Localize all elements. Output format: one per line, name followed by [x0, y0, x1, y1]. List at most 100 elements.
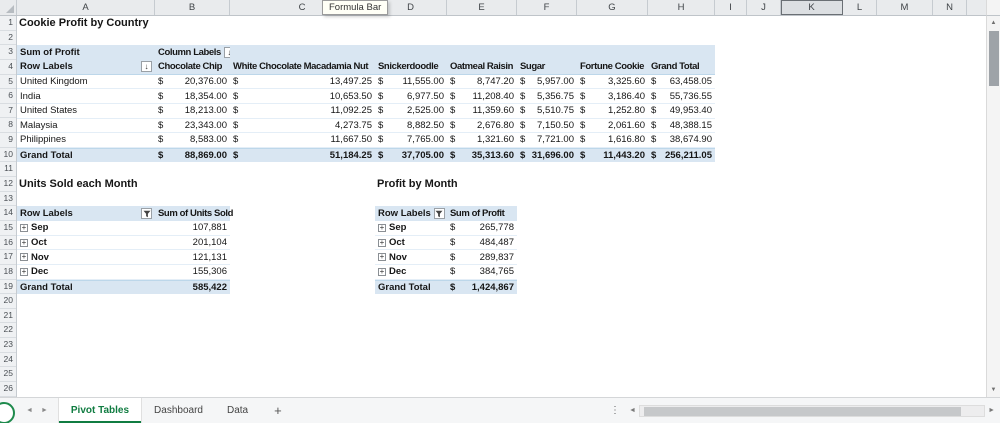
pivot-value-cell[interactable]: $3,325.60: [577, 75, 648, 90]
month-value-cell[interactable]: $265,778: [447, 221, 517, 236]
row-header-20[interactable]: 20: [0, 294, 16, 309]
month-label-cell[interactable]: + Sep: [375, 221, 447, 236]
expand-icon[interactable]: +: [378, 223, 386, 232]
tab-options-icon[interactable]: ⋮: [604, 405, 626, 416]
grand-total-label-cell[interactable]: Grand Total: [17, 147, 155, 163]
month-label-cell[interactable]: + Dec: [375, 265, 447, 280]
filter-icon[interactable]: [433, 208, 445, 220]
pivot-value-cell[interactable]: $5,356.75: [517, 89, 577, 104]
pivot-value-cell[interactable]: $2,676.80: [447, 119, 517, 134]
grand-total-value-cell[interactable]: 585,422: [155, 279, 230, 295]
expand-icon[interactable]: +: [378, 253, 386, 262]
expand-icon[interactable]: +: [20, 267, 28, 276]
month-value-cell[interactable]: 107,881: [155, 221, 230, 236]
row-header-6[interactable]: 6: [0, 89, 16, 104]
pivot-value-cell[interactable]: $2,525.00: [375, 104, 447, 119]
filter-icon[interactable]: [141, 208, 152, 220]
pivot-value-cell[interactable]: $7,765.00: [375, 133, 447, 148]
row-header-3[interactable]: 3: [0, 45, 16, 60]
vertical-scroll-thumb[interactable]: [988, 31, 999, 86]
column-header-l[interactable]: L: [843, 0, 877, 15]
row-header-21[interactable]: 21: [0, 309, 16, 324]
column-header-j[interactable]: J: [747, 0, 781, 15]
expand-icon[interactable]: +: [378, 238, 386, 247]
pivot-value-cell[interactable]: $8,882.50: [375, 119, 447, 134]
pivot-value-cell[interactable]: $4,273.75: [230, 119, 375, 134]
month-value-cell[interactable]: 201,104: [155, 236, 230, 251]
pivot-value-cell[interactable]: $63,458.05: [648, 75, 715, 90]
column-header-k[interactable]: K: [781, 0, 843, 15]
expand-icon[interactable]: +: [20, 223, 28, 232]
column-header-m[interactable]: M: [877, 0, 933, 15]
grand-total-value-cell[interactable]: $88,869.00: [155, 147, 230, 163]
column-header-e[interactable]: E: [447, 0, 517, 15]
pivot-header-empty-cell[interactable]: [230, 45, 375, 60]
pivot-value-cell[interactable]: $23,343.00: [155, 119, 230, 134]
grand-total-value-cell[interactable]: $256,211.05: [648, 147, 715, 163]
grand-total-label-cell[interactable]: Grand Total: [17, 279, 155, 295]
row-header-9[interactable]: 9: [0, 133, 16, 148]
pivot-value-cell[interactable]: $1,252.80: [577, 104, 648, 119]
grand-total-value-cell[interactable]: $35,313.60: [447, 147, 517, 163]
scroll-down-icon[interactable]: ▼: [987, 383, 1000, 397]
sheet-tab-dashboard[interactable]: Dashboard: [142, 398, 215, 423]
pivot-value-cell[interactable]: $5,957.00: [517, 75, 577, 90]
month-label-cell[interactable]: + Oct: [375, 236, 447, 251]
horizontal-scroll-track[interactable]: [638, 404, 986, 417]
grand-total-label-cell[interactable]: Grand Total: [375, 279, 447, 295]
pivot-column-header-cell[interactable]: Oatmeal Raisin: [447, 59, 517, 75]
pivot-column-header-cell[interactable]: Chocolate Chip: [155, 59, 230, 75]
expand-icon[interactable]: +: [20, 238, 28, 247]
month-label-cell[interactable]: + Dec: [17, 265, 155, 280]
expand-icon[interactable]: +: [20, 253, 28, 262]
column-header-f[interactable]: F: [517, 0, 577, 15]
pivot-header-empty-cell[interactable]: [447, 45, 517, 60]
pivot-value-cell[interactable]: $11,092.25: [230, 104, 375, 119]
row-labels-cell[interactable]: Row Labels ↓: [17, 59, 155, 75]
pivot-value-cell[interactable]: $13,497.25: [230, 75, 375, 90]
pivot-column-header-cell[interactable]: Fortune Cookie: [577, 59, 648, 75]
month-label-cell[interactable]: + Nov: [17, 250, 155, 265]
row-header-2[interactable]: 2: [0, 31, 16, 46]
row-header-14[interactable]: 14: [0, 206, 16, 221]
sheet-tab-data[interactable]: Data: [215, 398, 260, 423]
pivot-value-cell[interactable]: $3,186.40: [577, 89, 648, 104]
row-header-1[interactable]: 1: [0, 16, 16, 31]
pivot-row-label-cell[interactable]: Malaysia: [17, 119, 155, 134]
column-header-partial[interactable]: [967, 0, 986, 15]
pivot-value-cell[interactable]: $8,583.00: [155, 133, 230, 148]
pivot-value-cell[interactable]: $7,721.00: [517, 133, 577, 148]
pivot-value-cell[interactable]: $55,736.55: [648, 89, 715, 104]
grand-total-value-cell[interactable]: $1,424,867: [447, 279, 517, 295]
pivot-value-cell[interactable]: $1,616.80: [577, 133, 648, 148]
pivot-column-header-cell[interactable]: Snickerdoodle: [375, 59, 447, 75]
pivot-header-empty-cell[interactable]: [648, 45, 715, 60]
main-title-cell[interactable]: Cookie Profit by Country: [19, 16, 149, 31]
units-title-cell[interactable]: Units Sold each Month: [19, 177, 138, 192]
row-header-11[interactable]: 11: [0, 162, 16, 178]
month-value-cell[interactable]: $484,487: [447, 236, 517, 251]
pivot-value-cell[interactable]: $11,555.00: [375, 75, 447, 90]
column-header-a[interactable]: A: [17, 0, 155, 15]
column-header-n[interactable]: N: [933, 0, 967, 15]
horizontal-scroll-thumb[interactable]: [643, 406, 961, 416]
pivot-value-cell[interactable]: $18,213.00: [155, 104, 230, 119]
pivot-value-cell[interactable]: $11,208.40: [447, 89, 517, 104]
pivot-value-cell[interactable]: $8,747.20: [447, 75, 517, 90]
pivot-value-cell[interactable]: $38,674.90: [648, 133, 715, 148]
add-sheet-button[interactable]: +: [260, 403, 296, 418]
pivot-value-cell[interactable]: $18,354.00: [155, 89, 230, 104]
column-header-i[interactable]: I: [715, 0, 747, 15]
row-header-8[interactable]: 8: [0, 118, 16, 134]
scroll-right-icon[interactable]: ►: [985, 407, 998, 414]
pivot-column-header-cell[interactable]: Grand Total: [648, 59, 715, 75]
pivot-header-empty-cell[interactable]: [517, 45, 577, 60]
row-header-17[interactable]: 17: [0, 250, 16, 265]
column-labels-cell[interactable]: Column Labels ↓: [155, 45, 230, 60]
month-value-cell[interactable]: $384,765: [447, 265, 517, 280]
row-header-19[interactable]: 19: [0, 280, 16, 295]
pivot-value-cell[interactable]: $2,061.60: [577, 119, 648, 134]
grand-total-value-cell[interactable]: $31,696.00: [517, 147, 577, 163]
pivot-value-cell[interactable]: $6,977.50: [375, 89, 447, 104]
pivot-header-empty-cell[interactable]: [375, 45, 447, 60]
